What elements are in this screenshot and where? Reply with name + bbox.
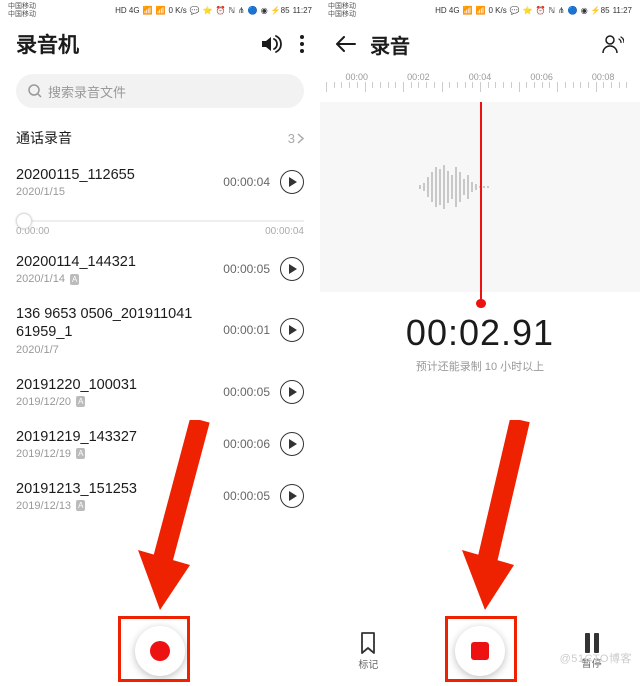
page-title: 录音机 <box>16 29 79 59</box>
recording-title: 20191213_151253 <box>16 480 137 498</box>
search-input[interactable]: 搜索录音文件 <box>16 74 304 108</box>
recording-title: 20191219_143327 <box>16 428 137 446</box>
recording-date: 2019/12/13 A <box>16 500 137 512</box>
app-header: 录音 <box>320 20 640 68</box>
recording-duration: 00:00:04 <box>223 175 270 189</box>
play-button[interactable] <box>280 318 304 342</box>
recording-date: 2020/1/14 A <box>16 273 136 285</box>
play-button[interactable] <box>280 380 304 404</box>
app-header: 录音机 <box>0 20 320 68</box>
page-title: 录音 <box>370 30 588 59</box>
remaining-estimate: 预计还能录制 10 小时以上 <box>320 358 640 374</box>
recording-item[interactable]: 20191220_100031 2019/12/20 A 00:00:05 <box>0 366 320 418</box>
playhead-indicator <box>480 102 482 302</box>
recording-duration: 00:00:05 <box>223 385 270 399</box>
annotation-red-box <box>118 616 190 682</box>
waveform-area[interactable] <box>320 102 640 292</box>
status-bar: 中国移动中国移动 HD 4G📶📶 0 K/s💬⭐⏰ℕ⋔🔵◉ ⚡8511:27 <box>0 0 320 20</box>
recording-date: 2020/1/7 <box>16 344 196 356</box>
more-icon[interactable] <box>300 35 304 53</box>
timeline-ruler: 00:0000:0200:0400:0600:08 <box>320 72 640 102</box>
play-button[interactable] <box>280 432 304 456</box>
play-button[interactable] <box>280 170 304 194</box>
back-icon[interactable] <box>336 36 356 52</box>
phone-left: 中国移动中国移动 HD 4G📶📶 0 K/s💬⭐⏰ℕ⋔🔵◉ ⚡8511:27 录… <box>0 0 320 686</box>
bookmark-icon <box>359 632 377 654</box>
speaker-icon[interactable] <box>260 35 282 53</box>
search-icon <box>28 84 42 98</box>
recording-date: 2019/12/19 A <box>16 448 137 460</box>
annotation-arrow-icon <box>450 420 530 620</box>
mark-button[interactable]: 标记 <box>358 632 378 671</box>
person-wave-icon[interactable] <box>602 34 624 54</box>
recording-title: 20191220_100031 <box>16 376 137 394</box>
recording-duration: 00:00:05 <box>223 489 270 503</box>
recording-item[interactable]: 136 9653 0506_20191104161959_1 2020/1/7 … <box>0 295 320 365</box>
recording-duration: 00:00:05 <box>223 262 270 276</box>
scrubber[interactable]: 0:00:0000:00:04 <box>0 208 320 243</box>
recording-date: 2020/1/15 <box>16 186 135 198</box>
phone-right: 中国移动中国移动 HD 4G📶📶 0 K/s💬⭐⏰ℕ⋔🔵◉ ⚡8511:27 录… <box>320 0 640 686</box>
status-bar: 中国移动中国移动 HD 4G📶📶 0 K/s💬⭐⏰ℕ⋔🔵◉ ⚡8511:27 <box>320 0 640 20</box>
recording-duration: 00:00:01 <box>223 323 270 337</box>
recording-title: 20200114_144321 <box>16 253 136 271</box>
chevron-right-icon <box>297 133 304 144</box>
section-call-recordings[interactable]: 通话录音 3 <box>0 118 320 156</box>
recording-title: 136 9653 0506_20191104161959_1 <box>16 305 196 341</box>
watermark: @51CTO博客 <box>560 650 632 666</box>
recording-item[interactable]: 20200114_144321 2020/1/14 A 00:00:05 <box>0 243 320 295</box>
recording-title: 20200115_112655 <box>16 166 135 184</box>
elapsed-time: 00:02.91 <box>320 312 640 354</box>
annotation-red-box <box>445 616 517 682</box>
recording-date: 2019/12/20 A <box>16 396 137 408</box>
recording-duration: 00:00:06 <box>223 437 270 451</box>
annotation-arrow-icon <box>130 420 210 620</box>
scrubber-thumb[interactable] <box>16 213 32 229</box>
play-button[interactable] <box>280 257 304 281</box>
play-button[interactable] <box>280 484 304 508</box>
recording-item[interactable]: 20200115_112655 2020/1/15 00:00:04 <box>0 156 320 208</box>
